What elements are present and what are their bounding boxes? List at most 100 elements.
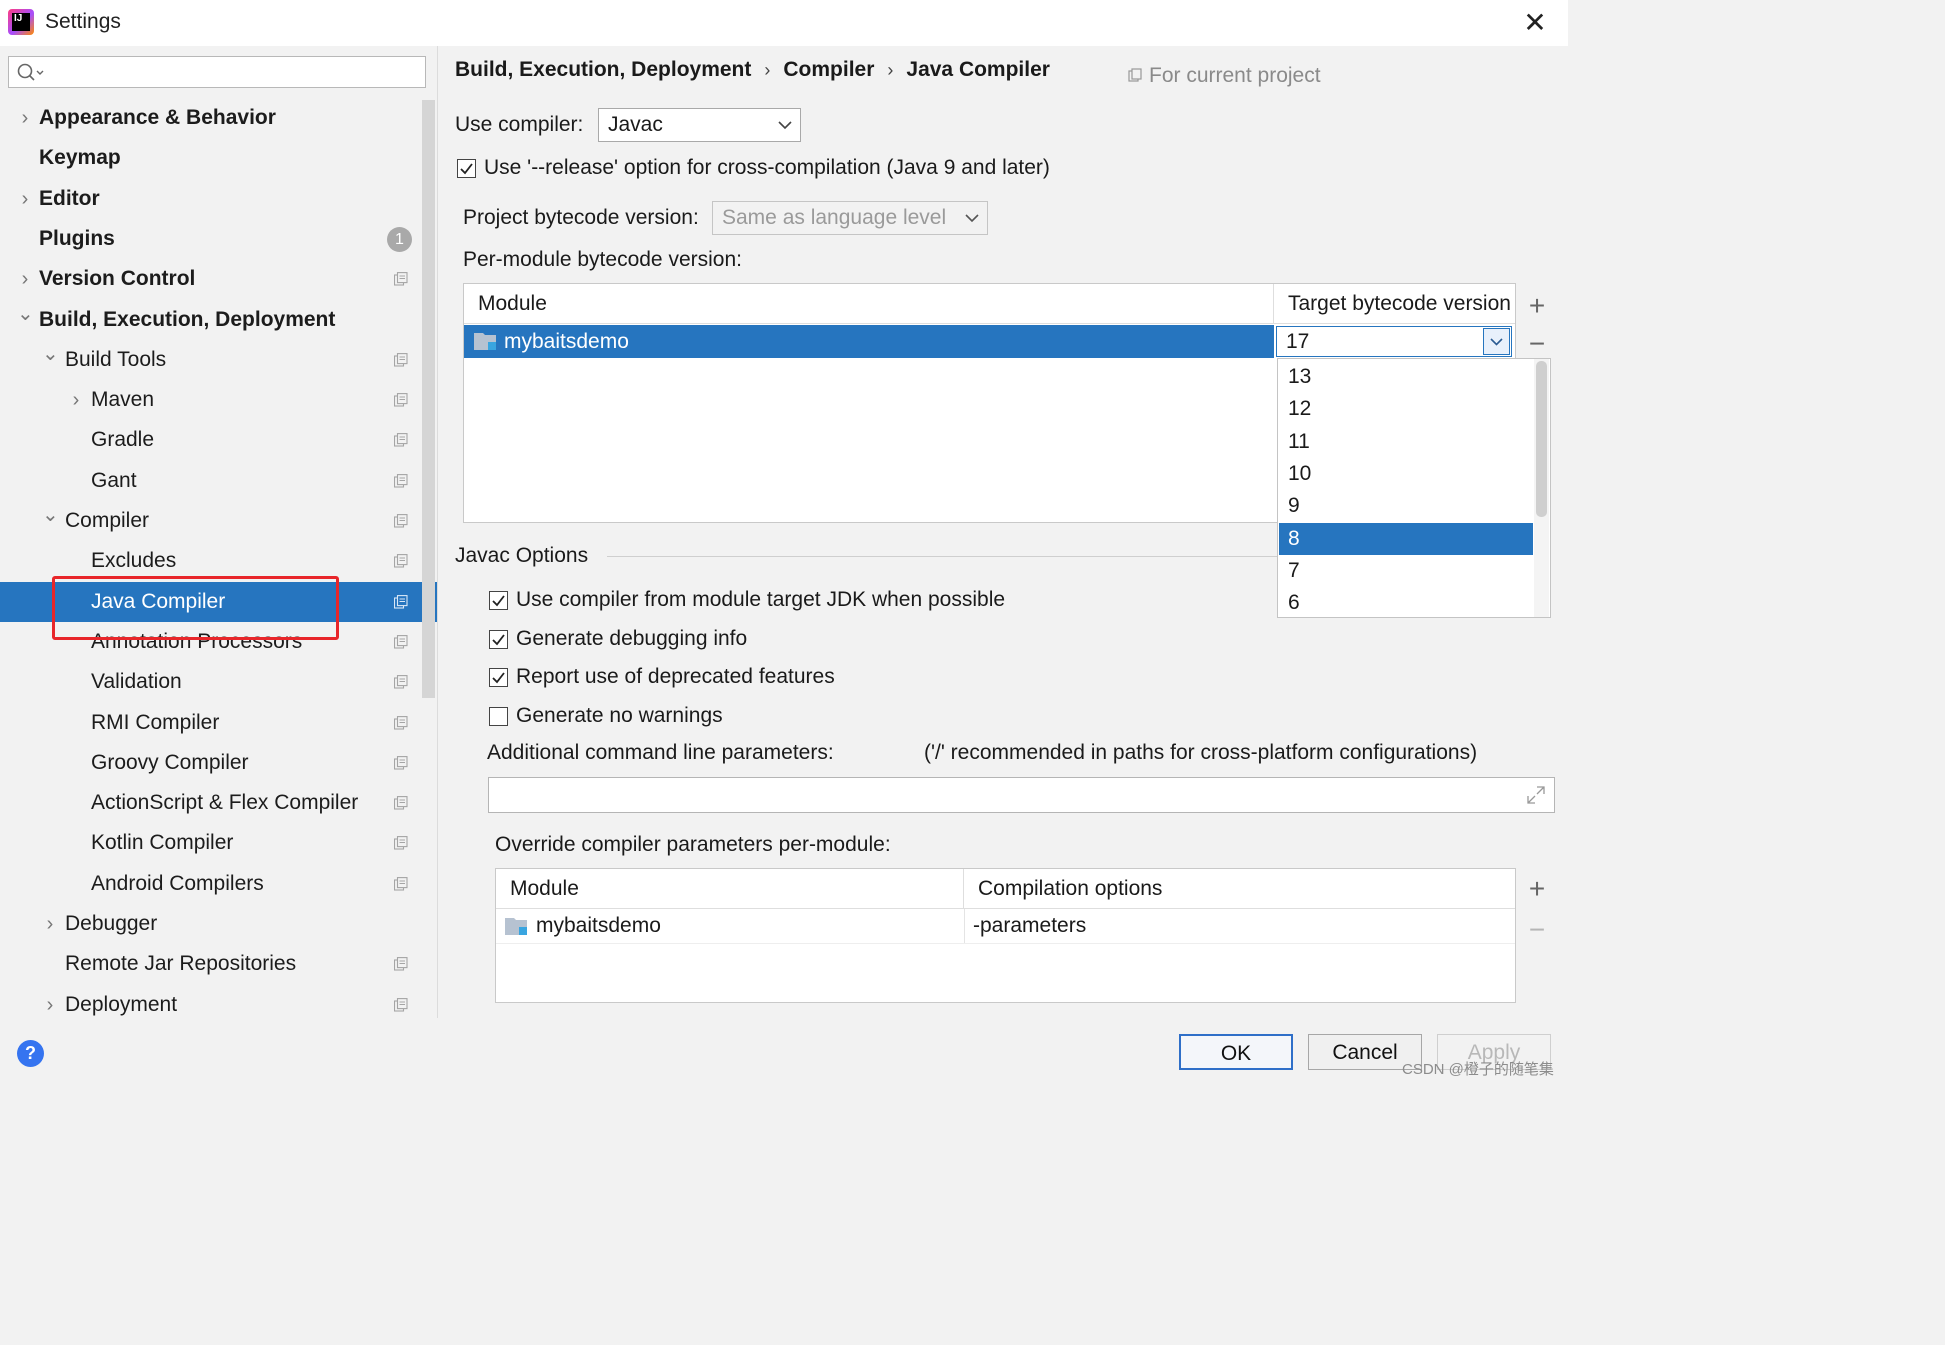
sidebar-item-keymap[interactable]: Keymap	[0, 138, 422, 178]
project-scope-icon	[394, 836, 408, 850]
sidebar-item-android-compilers[interactable]: Android Compilers	[0, 864, 422, 904]
per-module-label: Per-module bytecode version:	[463, 248, 742, 271]
chevron-right-icon[interactable]: ›	[68, 380, 84, 420]
column-header-module[interactable]: Module	[464, 284, 1274, 324]
watermark: CSDN @橙子的随笔集	[1402, 1061, 1554, 1078]
project-scope-icon	[394, 755, 408, 770]
sidebar-item-gant[interactable]: Gant	[0, 461, 422, 501]
chevron-down-icon[interactable]: ⌄	[17, 294, 34, 334]
javac-option-checkbox[interactable]	[489, 668, 508, 688]
version-option[interactable]: 9	[1279, 490, 1533, 522]
sidebar-item-label: Editor	[39, 186, 100, 210]
dropdown-button[interactable]	[1483, 328, 1510, 355]
sidebar-item-kotlin-compiler[interactable]: Kotlin Compiler	[0, 823, 422, 863]
remove-override-button[interactable]: −	[1522, 914, 1552, 946]
override-table: Module Compilation options mybaitsdemo -…	[495, 868, 1516, 1003]
version-option[interactable]: 8	[1279, 522, 1533, 555]
sidebar-item-groovy-compiler[interactable]: Groovy Compiler	[0, 743, 422, 783]
version-option[interactable]: 12	[1279, 393, 1533, 425]
scrollbar-thumb[interactable]	[1536, 361, 1547, 517]
chevron-down-icon[interactable]: ⌄	[42, 334, 59, 374]
sidebar-item-rmi-compiler[interactable]: RMI Compiler	[0, 703, 422, 743]
close-icon[interactable]: ✕	[1520, 8, 1550, 38]
sidebar-item-deployment[interactable]: › Deployment	[0, 985, 422, 1025]
sidebar-item-compiler[interactable]: ⌄ Compiler	[0, 501, 422, 541]
version-option[interactable]: 11	[1279, 426, 1533, 458]
sidebar-item-label: Version Control	[39, 267, 196, 291]
version-option[interactable]: 6	[1279, 587, 1533, 617]
sidebar-item-version-control[interactable]: › Version Control	[0, 259, 422, 299]
sidebar-item-label: Appearance & Behavior	[39, 106, 276, 129]
chevron-down-icon	[1490, 338, 1503, 346]
project-scope-icon	[1128, 68, 1142, 82]
release-option-checkbox[interactable]	[457, 159, 476, 178]
table-row[interactable]: mybaitsdemo -parameters	[496, 909, 1515, 944]
sidebar-item-debugger[interactable]: › Debugger	[0, 904, 422, 944]
breadcrumb-item[interactable]: Compiler	[783, 58, 874, 81]
javac-option-checkbox[interactable]	[489, 591, 508, 610]
javac-option-label: Use compiler from module target JDK when…	[516, 588, 1006, 611]
project-bytecode-value: Same as language level	[722, 206, 947, 229]
project-scope-icon	[394, 272, 408, 286]
target-version-select[interactable]: 17	[1276, 326, 1512, 357]
project-scope-icon	[394, 433, 408, 447]
javac-option-checkbox[interactable]	[489, 707, 508, 727]
column-divider	[964, 909, 965, 943]
breadcrumb-item[interactable]: Build, Execution, Deployment	[455, 58, 751, 81]
sidebar-item-label: Android Compilers	[91, 871, 264, 895]
remove-module-button[interactable]: −	[1522, 328, 1552, 360]
sidebar-item-build-execution-deployment[interactable]: ⌄ Build, Execution, Deployment	[0, 300, 422, 340]
sidebar-scrollbar[interactable]	[422, 100, 435, 698]
update-count-badge: 1	[387, 226, 412, 252]
sidebar-item-label: Maven	[91, 388, 155, 412]
sidebar-item-actionscript-flex-compiler[interactable]: ActionScript & Flex Compiler	[0, 783, 422, 823]
chevron-right-icon[interactable]: ›	[42, 904, 58, 944]
module-name: mybaitsdemo	[504, 330, 629, 353]
version-option[interactable]: 7	[1279, 555, 1533, 587]
dropdown-scrollbar[interactable]	[1534, 359, 1549, 617]
breadcrumb-item: Java Compiler	[906, 58, 1050, 81]
sidebar-item-validation[interactable]: Validation	[0, 662, 422, 702]
column-header-module[interactable]: Module	[496, 869, 964, 909]
sidebar-item-editor[interactable]: › Editor	[0, 179, 422, 219]
chevron-right-icon[interactable]: ›	[42, 985, 58, 1025]
add-module-button[interactable]: +	[1522, 290, 1552, 322]
sidebar-item-plugins[interactable]: Plugins 1	[0, 219, 422, 259]
sidebar-item-gradle[interactable]: Gradle	[0, 420, 422, 460]
settings-sidebar: › Appearance & Behavior Keymap › Editor Plugi…	[0, 46, 438, 1018]
expand-icon[interactable]	[1526, 785, 1546, 805]
sidebar-item-label: Debugger	[65, 912, 158, 935]
project-scope-icon	[394, 957, 408, 971]
sidebar-item-maven[interactable]: › Maven	[0, 380, 422, 420]
project-scope-icon	[394, 594, 408, 609]
cmdline-input[interactable]	[488, 777, 1555, 813]
use-compiler-select[interactable]: Javac	[598, 108, 801, 142]
column-header-target-version[interactable]: Target bytecode version	[1274, 284, 1515, 324]
sidebar-item-label: Remote Jar Repositories	[65, 952, 297, 976]
table-row[interactable]: mybaitsdemo	[464, 325, 1274, 358]
chevron-down-icon[interactable]: ⌄	[42, 495, 59, 535]
help-icon[interactable]: ?	[17, 1040, 44, 1067]
column-header-compilation-options[interactable]: Compilation options	[964, 869, 1515, 909]
ok-button[interactable]: OK	[1179, 1034, 1293, 1070]
sidebar-item-build-tools[interactable]: ⌄ Build Tools	[0, 340, 422, 380]
sidebar-item-appearance-behavior[interactable]: › Appearance & Behavior	[0, 98, 422, 138]
add-override-button[interactable]: +	[1522, 873, 1552, 905]
compilation-options-value[interactable]: -parameters	[973, 909, 1086, 943]
use-compiler-value: Javac	[608, 113, 663, 136]
javac-options-title: Javac Options	[455, 544, 589, 567]
sidebar-item-remote-jar-repositories[interactable]: Remote Jar Repositories	[0, 944, 422, 984]
sidebar-item-label: Build, Execution, Deployment	[39, 307, 336, 331]
chevron-right-icon[interactable]: ›	[17, 98, 33, 138]
javac-option-checkbox[interactable]	[489, 629, 508, 649]
javac-option-label: Generate no warnings	[516, 704, 723, 728]
project-scope-icon	[394, 876, 408, 891]
project-bytecode-select[interactable]: Same as language level	[712, 201, 988, 235]
project-scope-icon	[394, 675, 408, 689]
chevron-right-icon[interactable]: ›	[17, 179, 33, 219]
version-option[interactable]: 13	[1279, 361, 1533, 393]
version-option[interactable]: 10	[1279, 458, 1533, 490]
project-scope-icon	[394, 796, 408, 810]
sidebar-item-label: Keymap	[39, 146, 121, 170]
search-input[interactable]	[8, 56, 426, 88]
